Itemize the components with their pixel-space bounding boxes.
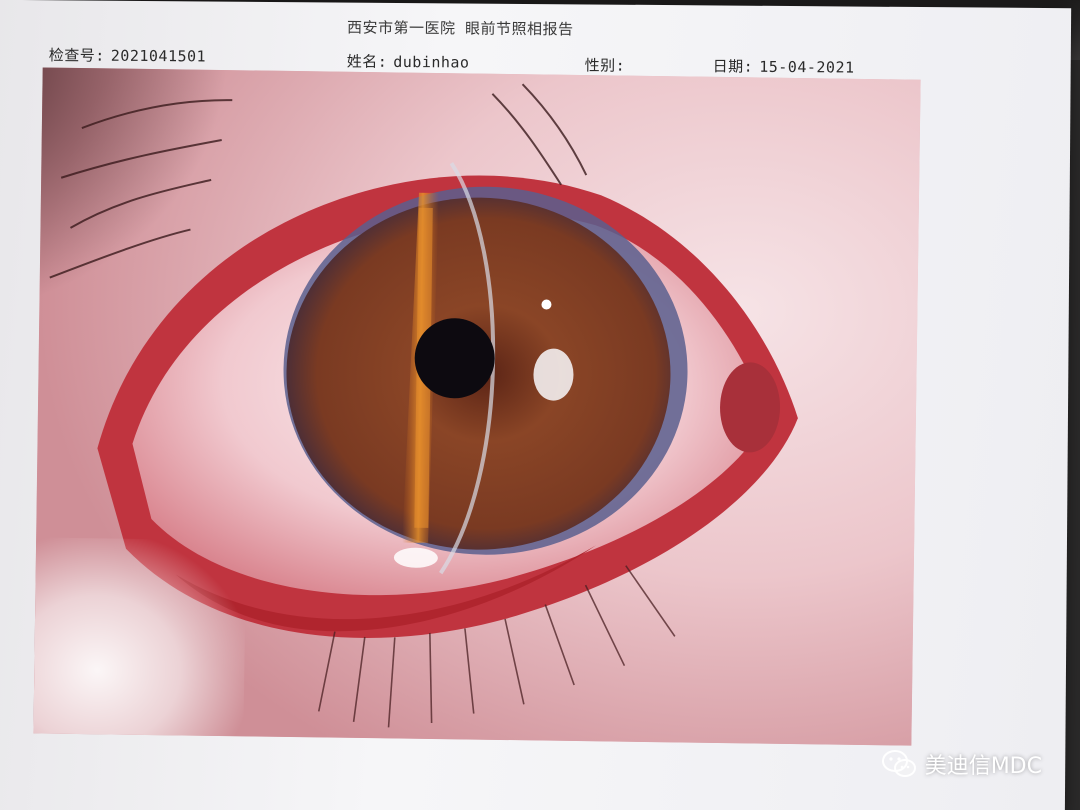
date-value: 15-04-2021 xyxy=(759,57,855,77)
exam-number-value: 2021041501 xyxy=(110,46,207,66)
wechat-icon xyxy=(881,750,916,777)
sex-label: 性别: xyxy=(584,56,626,75)
patient-name-label: 姓名: xyxy=(346,52,388,71)
eye-photograph xyxy=(33,67,921,746)
watermark: 美迪信MDC xyxy=(881,748,1042,780)
watermark-text: 美迪信MDC xyxy=(924,754,1042,779)
eye-illustration xyxy=(33,67,921,746)
report-title: 西安市第一医院 眼前节照相报告 xyxy=(346,18,574,39)
exam-number-label: 检查号: xyxy=(48,46,105,65)
date-label: 日期: xyxy=(712,57,754,76)
patient-name-value: dubinhao xyxy=(393,52,470,72)
sex-field: 性别: xyxy=(585,54,632,75)
report-printout: 西安市第一医院 眼前节照相报告 检查号: 2021041501 姓名: dubinh… xyxy=(0,0,1072,810)
patient-name-field: 姓名: dubinhao xyxy=(347,51,470,73)
exam-number-field: 检查号: 2021041501 xyxy=(49,44,207,66)
date-field: 日期: 15-04-2021 xyxy=(713,55,855,77)
